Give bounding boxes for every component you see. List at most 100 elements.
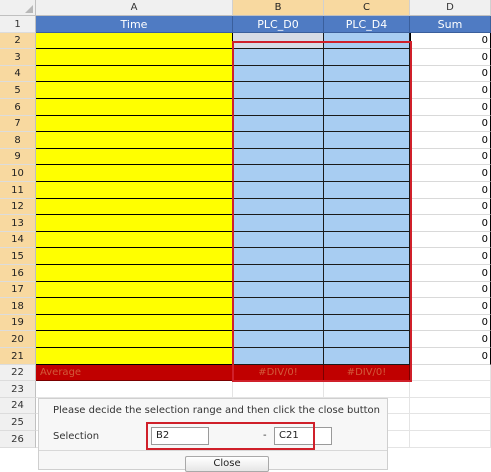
plc-d0-cell[interactable]: [233, 99, 324, 116]
row-header[interactable]: 4: [0, 66, 36, 82]
average-plc-d0-cell[interactable]: #DIV/0!: [233, 365, 324, 381]
time-cell[interactable]: [36, 199, 233, 215]
sum-cell[interactable]: 0: [410, 298, 491, 315]
time-cell[interactable]: [36, 116, 233, 132]
time-cell[interactable]: [36, 298, 233, 315]
sum-cell[interactable]: 0: [410, 33, 491, 49]
sum-cell[interactable]: 0: [410, 132, 491, 149]
sum-cell[interactable]: 0: [410, 82, 491, 99]
row-header[interactable]: 11: [0, 182, 36, 199]
average-plc-d4-cell[interactable]: #DIV/0!: [324, 365, 410, 381]
time-cell[interactable]: [36, 99, 233, 116]
plc-d0-cell[interactable]: [233, 265, 324, 282]
time-cell[interactable]: [36, 132, 233, 149]
plc-d4-cell[interactable]: [324, 49, 410, 66]
plc-d0-cell[interactable]: [233, 232, 324, 248]
header-time[interactable]: Time: [36, 16, 233, 33]
sheet-cell[interactable]: [410, 431, 491, 448]
sheet-cell[interactable]: [324, 381, 410, 398]
row-header[interactable]: 20: [0, 331, 36, 348]
plc-d4-cell[interactable]: [324, 82, 410, 99]
row-header[interactable]: 15: [0, 248, 36, 265]
row-header[interactable]: 25: [0, 414, 36, 431]
sum-cell[interactable]: 0: [410, 331, 491, 348]
sum-cell[interactable]: 0: [410, 165, 491, 182]
header-sum[interactable]: Sum: [410, 16, 491, 33]
time-cell[interactable]: [36, 66, 233, 82]
time-cell[interactable]: [36, 265, 233, 282]
sheet-cell[interactable]: [36, 381, 233, 398]
plc-d4-cell[interactable]: [324, 99, 410, 116]
row-header[interactable]: 5: [0, 82, 36, 99]
plc-d0-cell[interactable]: [233, 66, 324, 82]
plc-d4-cell[interactable]: [324, 66, 410, 82]
plc-d4-cell[interactable]: [324, 265, 410, 282]
row-header[interactable]: 14: [0, 232, 36, 248]
time-cell[interactable]: [36, 232, 233, 248]
sum-cell[interactable]: 0: [410, 66, 491, 82]
sum-cell[interactable]: 0: [410, 49, 491, 66]
sum-cell[interactable]: 0: [410, 199, 491, 215]
plc-d0-cell[interactable]: [233, 298, 324, 315]
sum-cell[interactable]: 0: [410, 348, 491, 365]
time-cell[interactable]: [36, 248, 233, 265]
time-cell[interactable]: [36, 33, 233, 49]
plc-d0-cell[interactable]: [233, 149, 324, 165]
average-label-cell[interactable]: Average: [36, 365, 233, 381]
select-all-corner[interactable]: [0, 0, 36, 16]
time-cell[interactable]: [36, 331, 233, 348]
sum-cell[interactable]: 0: [410, 282, 491, 298]
row-header[interactable]: 22: [0, 365, 36, 381]
row-header[interactable]: 18: [0, 298, 36, 315]
plc-d4-cell[interactable]: [324, 331, 410, 348]
plc-d4-cell[interactable]: [324, 348, 410, 365]
plc-d0-cell[interactable]: [233, 348, 324, 365]
plc-d0-cell[interactable]: [233, 331, 324, 348]
row-header[interactable]: 23: [0, 381, 36, 398]
sum-cell[interactable]: 0: [410, 232, 491, 248]
time-cell[interactable]: [36, 282, 233, 298]
column-header-d[interactable]: D: [410, 0, 491, 16]
sheet-cell[interactable]: [410, 398, 491, 414]
selection-to-field[interactable]: C21: [274, 427, 332, 445]
plc-d4-cell[interactable]: [324, 132, 410, 149]
time-cell[interactable]: [36, 348, 233, 365]
sheet-cell[interactable]: [410, 414, 491, 431]
plc-d0-cell[interactable]: [233, 49, 324, 66]
row-header[interactable]: 24: [0, 398, 36, 414]
time-cell[interactable]: [36, 315, 233, 331]
plc-d0-cell[interactable]: [233, 82, 324, 99]
plc-d4-cell[interactable]: [324, 282, 410, 298]
sum-cell[interactable]: 0: [410, 315, 491, 331]
plc-d0-cell[interactable]: [233, 33, 324, 49]
row-header[interactable]: 9: [0, 149, 36, 165]
plc-d4-cell[interactable]: [324, 33, 410, 49]
plc-d4-cell[interactable]: [324, 232, 410, 248]
time-cell[interactable]: [36, 149, 233, 165]
plc-d0-cell[interactable]: [233, 132, 324, 149]
selection-from-field[interactable]: B2: [151, 427, 209, 445]
row-header[interactable]: 17: [0, 282, 36, 298]
plc-d4-cell[interactable]: [324, 248, 410, 265]
plc-d4-cell[interactable]: [324, 182, 410, 199]
plc-d4-cell[interactable]: [324, 149, 410, 165]
plc-d0-cell[interactable]: [233, 282, 324, 298]
sum-cell[interactable]: 0: [410, 116, 491, 132]
sum-cell[interactable]: 0: [410, 99, 491, 116]
time-cell[interactable]: [36, 182, 233, 199]
plc-d4-cell[interactable]: [324, 199, 410, 215]
row-header[interactable]: 3: [0, 49, 36, 66]
plc-d4-cell[interactable]: [324, 165, 410, 182]
column-header-c[interactable]: C: [324, 0, 410, 16]
plc-d0-cell[interactable]: [233, 182, 324, 199]
plc-d0-cell[interactable]: [233, 315, 324, 331]
time-cell[interactable]: [36, 82, 233, 99]
time-cell[interactable]: [36, 215, 233, 232]
time-cell[interactable]: [36, 49, 233, 66]
plc-d0-cell[interactable]: [233, 248, 324, 265]
row-header[interactable]: 1: [0, 16, 36, 33]
header-plc-d0[interactable]: PLC_D0: [233, 16, 324, 33]
plc-d0-cell[interactable]: [233, 215, 324, 232]
sheet-cell[interactable]: [410, 365, 491, 381]
column-header-b[interactable]: B: [233, 0, 324, 16]
